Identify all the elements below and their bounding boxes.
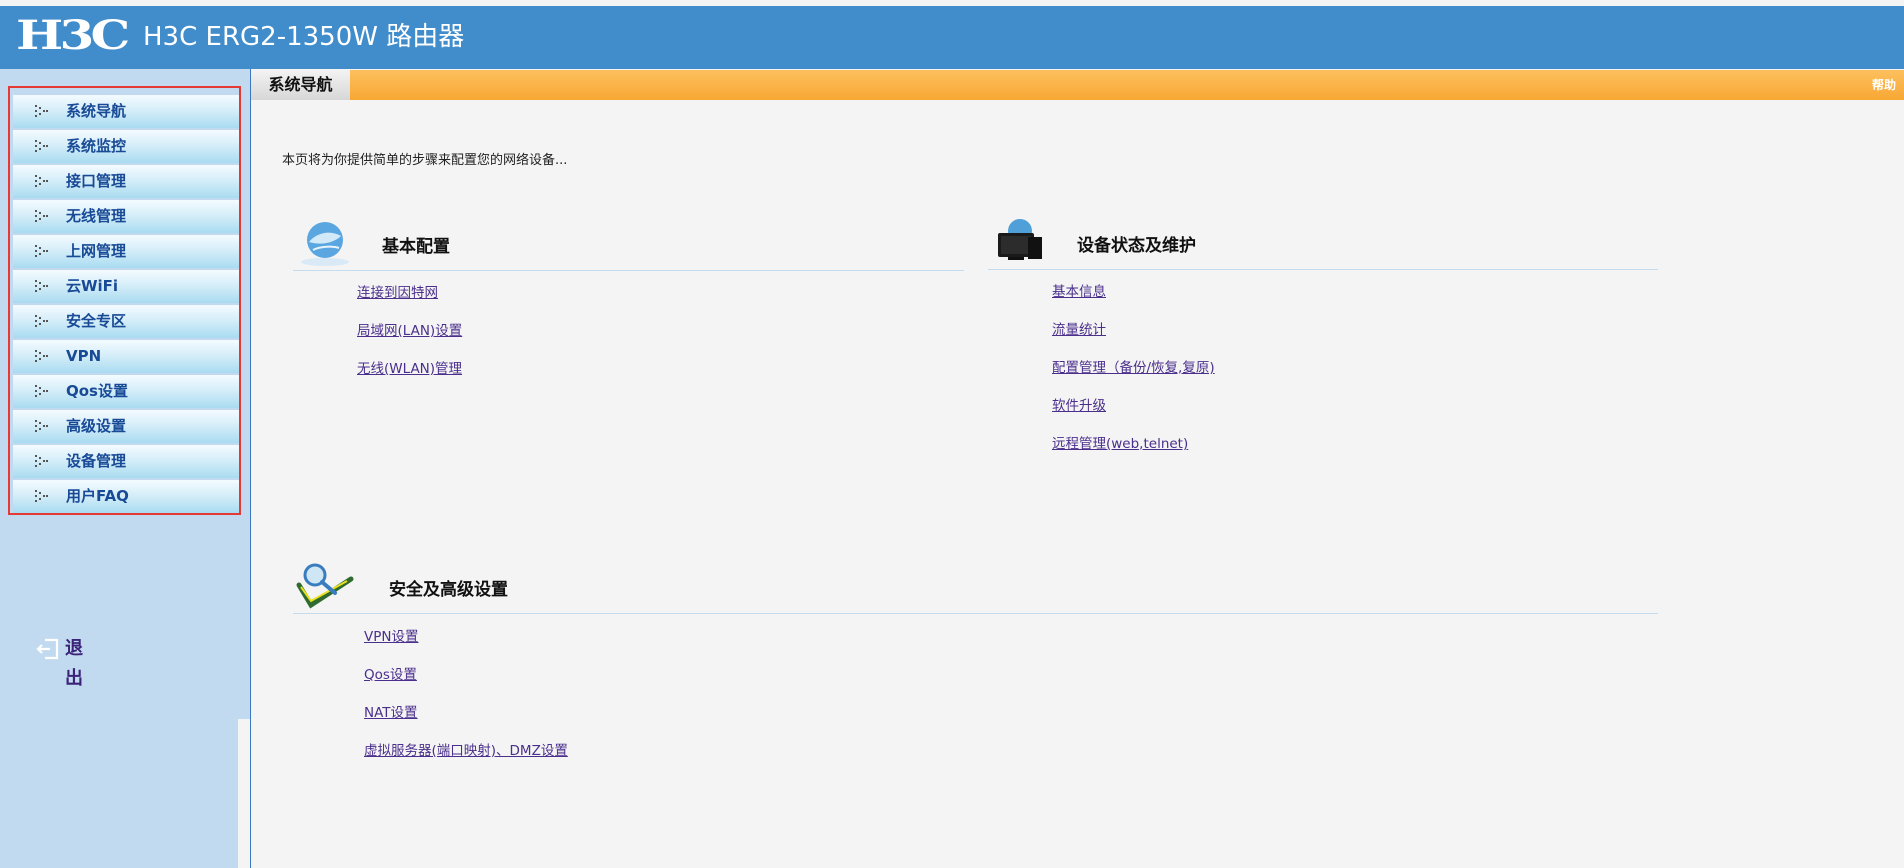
- sidebar-item-wireless-management[interactable]: 无线管理: [13, 200, 239, 233]
- logout-icon: [36, 638, 59, 660]
- device-status-links: 基本信息 流量统计 配置管理（备份/恢复,复原) 软件升级 远程管理(web,t…: [1052, 280, 1215, 470]
- sidebar-item-label: 系统导航: [66, 102, 127, 120]
- sidebar-item-security-zone[interactable]: 安全专区: [13, 305, 239, 338]
- arrow-icon: [35, 385, 48, 397]
- intro-text: 本页将为你提供简单的步骤来配置您的网络设备...: [282, 153, 568, 168]
- sidebar-item-label: 用户FAQ: [66, 487, 129, 505]
- basic-config-links: 连接到因特网 局域网(LAN)设置 无线(WLAN)管理: [357, 281, 462, 395]
- monitor-icon: [988, 217, 1052, 267]
- sidebar-item-qos[interactable]: Qos设置: [13, 375, 239, 408]
- help-link[interactable]: 帮助: [1872, 70, 1896, 100]
- link-traffic-stats[interactable]: 流量统计: [1052, 318, 1215, 356]
- link-connect-internet[interactable]: 连接到因特网: [357, 281, 462, 319]
- sidebar-item-vpn[interactable]: VPN: [13, 340, 239, 373]
- link-nat-settings[interactable]: NAT设置: [364, 701, 568, 739]
- sidebar-item-label: 无线管理: [66, 207, 127, 225]
- section-title: 安全及高级设置: [389, 580, 508, 600]
- sidebar-item-internet-management[interactable]: 上网管理: [13, 235, 239, 268]
- sidebar-item-system-navigation[interactable]: 系统导航: [13, 95, 239, 128]
- section-device-status: 设备状态及维护: [988, 217, 1658, 270]
- arrow-icon: [35, 175, 48, 187]
- link-config-management[interactable]: 配置管理（备份/恢复,复原): [1052, 356, 1215, 394]
- magnifier-check-icon: [293, 561, 357, 611]
- link-remote-management[interactable]: 远程管理(web,telnet): [1052, 432, 1215, 470]
- section-basic-config: 基本配置: [293, 218, 964, 271]
- sidebar-item-label: 接口管理: [66, 172, 127, 190]
- link-vpn-settings[interactable]: VPN设置: [364, 625, 568, 663]
- arrow-icon: [35, 350, 48, 362]
- arrow-icon: [35, 245, 48, 257]
- arrow-icon: [35, 280, 48, 292]
- h3c-logo: H3C: [16, 12, 130, 59]
- security-advanced-links: VPN设置 Qos设置 NAT设置 虚拟服务器(端口映射)、DMZ设置: [364, 625, 568, 777]
- link-software-upgrade[interactable]: 软件升级: [1052, 394, 1215, 432]
- arrow-icon: [35, 315, 48, 327]
- sidebar-item-label: 安全专区: [66, 312, 127, 330]
- sidebar-item-label: 设备管理: [66, 452, 127, 470]
- sidebar-gutter: [238, 719, 250, 868]
- sidebar-item-advanced-settings[interactable]: 高级设置: [13, 410, 239, 443]
- sidebar-item-label: Qos设置: [66, 382, 128, 400]
- sidebar-item-system-monitor[interactable]: 系统监控: [13, 130, 239, 163]
- arrow-icon: [35, 455, 48, 467]
- arrow-icon: [35, 490, 48, 502]
- sidebar-item-label: 高级设置: [66, 417, 127, 435]
- sidebar-menu: 系统导航 系统监控 接口管理 无线管理 上网管理 云WiFi 安全专区 VPN: [8, 86, 241, 515]
- sidebar-item-interface-management[interactable]: 接口管理: [13, 165, 239, 198]
- arrow-icon: [35, 140, 48, 152]
- section-title: 设备状态及维护: [1077, 236, 1196, 256]
- sidebar-item-cloud-wifi[interactable]: 云WiFi: [13, 270, 239, 303]
- tab-system-navigation[interactable]: 系统导航: [251, 70, 350, 100]
- link-wlan-management[interactable]: 无线(WLAN)管理: [357, 357, 462, 395]
- link-basic-info[interactable]: 基本信息: [1052, 280, 1215, 318]
- arrow-icon: [35, 105, 48, 117]
- header-bar: H3C H3C ERG2-1350W 路由器: [0, 6, 1904, 69]
- section-security-advanced: 安全及高级设置: [293, 561, 1658, 614]
- globe-icon: [293, 218, 357, 268]
- arrow-icon: [35, 210, 48, 222]
- sidebar-item-label: 上网管理: [66, 242, 127, 260]
- sidebar: 系统导航 系统监控 接口管理 无线管理 上网管理 云WiFi 安全专区 VPN: [0, 69, 251, 868]
- link-qos-settings[interactable]: Qos设置: [364, 663, 568, 701]
- arrow-icon: [35, 420, 48, 432]
- sidebar-item-device-management[interactable]: 设备管理: [13, 445, 239, 478]
- section-title: 基本配置: [382, 237, 450, 257]
- sidebar-item-label: 系统监控: [66, 137, 127, 155]
- logout-label: 退出: [65, 638, 83, 689]
- sidebar-item-user-faq[interactable]: 用户FAQ: [13, 480, 239, 513]
- tab-bar: 系统导航 帮助: [251, 70, 1904, 100]
- link-virtual-server-dmz[interactable]: 虚拟服务器(端口映射)、DMZ设置: [364, 739, 568, 777]
- sidebar-item-label: 云WiFi: [66, 277, 119, 295]
- sidebar-item-label: VPN: [66, 347, 102, 365]
- link-lan-settings[interactable]: 局域网(LAN)设置: [357, 319, 462, 357]
- app-title: H3C ERG2-1350W 路由器: [143, 22, 465, 52]
